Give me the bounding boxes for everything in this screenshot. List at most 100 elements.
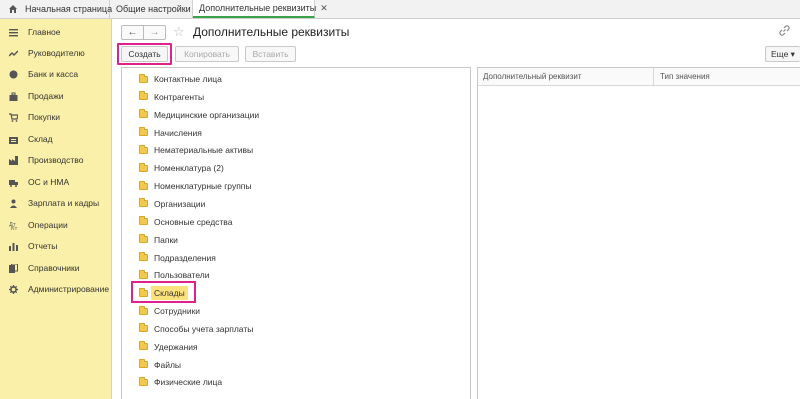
bar-chart-icon: [9, 242, 18, 251]
column-header-value-type[interactable]: Тип значения: [660, 72, 710, 81]
folder-icon: [139, 359, 148, 369]
folder-item[interactable]: Начисления: [122, 124, 470, 142]
sidebar-item-production[interactable]: Производство: [0, 150, 112, 170]
sidebar-item-label: Покупки: [28, 112, 60, 122]
tab-additional-attributes[interactable]: Дополнительные реквизиты ✕: [193, 0, 328, 18]
folder-icon: [139, 180, 148, 190]
folder-item[interactable]: Контрагенты: [122, 88, 470, 106]
folder-label: Контактные лица: [154, 74, 222, 84]
sidebar-item-label: Главное: [28, 27, 61, 37]
tab-additional-attributes-label: Дополнительные реквизиты: [199, 3, 317, 13]
list-icon: [9, 28, 18, 36]
folder-icon: [139, 144, 148, 154]
folder-item[interactable]: Файлы: [122, 356, 470, 374]
sidebar-item-reports[interactable]: Отчеты: [0, 236, 112, 256]
folder-label: Начисления: [154, 127, 202, 138]
folder-item[interactable]: Медицинские организации: [122, 106, 470, 124]
sidebar-item-administration[interactable]: Администрирование: [0, 279, 112, 299]
sidebar-item-label: ОС и НМА: [28, 177, 70, 187]
home-icon: [8, 4, 18, 14]
folder-label: Нематериальные активы: [154, 145, 254, 156]
forward-button[interactable]: →: [143, 26, 165, 39]
folder-label: Номенклатура (2): [154, 163, 224, 174]
sidebar-item-label: Склад: [28, 134, 53, 144]
folder-icon: [139, 323, 148, 333]
folder-item[interactable]: Основные средства: [122, 213, 470, 231]
folder-item[interactable]: Контактные лица: [122, 70, 470, 88]
warehouse-icon: [9, 136, 18, 144]
paste-button[interactable]: Вставить: [245, 46, 296, 62]
operations-icon: ДтКт: [9, 222, 18, 230]
factory-icon: [9, 155, 18, 165]
cart-icon: [9, 112, 18, 122]
coin-icon: [9, 70, 18, 78]
sidebar-item-label: Производство: [28, 155, 84, 165]
sidebar-item-references[interactable]: Справочники: [0, 258, 112, 278]
folder-icon: [139, 162, 148, 172]
sidebar-item-label: Банк и касса: [28, 69, 79, 79]
folder-label: Основные средства: [154, 216, 233, 227]
sidebar-item-fixed-assets[interactable]: ОС и НМА: [0, 172, 112, 192]
sidebar-item-operations[interactable]: Дт Кт Операции: [0, 215, 112, 235]
folder-icon: [139, 198, 148, 208]
folder-item[interactable]: Подразделения: [122, 249, 470, 267]
sidebar-item-label: Отчеты: [28, 241, 58, 251]
folder-icon: [139, 234, 148, 244]
folder-item[interactable]: Организации: [122, 195, 470, 213]
sidebar-item-main[interactable]: Главное: [0, 22, 112, 42]
folder-icon: [139, 252, 148, 261]
folder-item[interactable]: Сотрудники: [122, 302, 470, 320]
folder-label: Организации: [154, 198, 206, 209]
folder-label: Файлы: [154, 359, 182, 370]
folder-item[interactable]: Удержания: [122, 338, 470, 356]
sidebar-item-sales[interactable]: Продажи: [0, 86, 112, 106]
folder-icon: [139, 376, 148, 386]
close-icon[interactable]: ✕: [320, 3, 328, 14]
link-icon[interactable]: [779, 25, 790, 39]
copy-button[interactable]: Копировать: [175, 46, 239, 62]
trend-icon: [9, 49, 18, 57]
attributes-table: Дополнительный реквизит Тип значения: [477, 67, 800, 399]
gear-icon: [9, 284, 18, 294]
sidebar-item-label: Зарплата и кадры: [28, 198, 100, 208]
tab-home[interactable]: Начальная страница: [0, 0, 112, 18]
folder-icon: [139, 305, 148, 315]
folder-item[interactable]: Папки: [122, 231, 470, 249]
history-nav: ← →: [121, 25, 166, 40]
more-menu-button[interactable]: Еще ▾: [765, 46, 800, 62]
folder-tree: Контактные лица Контрагенты Медицинские ор…: [121, 67, 471, 399]
sidebar-item-payroll[interactable]: Зарплата и кадры: [0, 193, 112, 213]
column-header-attribute[interactable]: Дополнительный реквизит: [483, 72, 582, 81]
folder-item[interactable]: Номенклатурные группы: [122, 177, 470, 195]
sidebar-item-label: Продажи: [28, 91, 64, 101]
sidebar-item-label: Операции: [28, 220, 68, 230]
tab-general-settings-label: Общие настройки: [116, 4, 191, 14]
folder-label: Подразделения: [154, 252, 216, 263]
folder-label: Удержания: [154, 341, 198, 352]
favorite-star-icon[interactable]: ☆: [173, 24, 185, 40]
sidebar-item-label: Руководителю: [28, 48, 85, 58]
folder-item[interactable]: Номенклатура (2): [122, 159, 470, 177]
selected-folder-highlight: [131, 281, 196, 303]
folder-label: Физические лица: [154, 377, 223, 388]
folder-label: Папки: [154, 234, 178, 245]
tab-general-settings[interactable]: Общие настройки ✕: [110, 0, 202, 18]
sidebar-item-warehouse[interactable]: Склад: [0, 129, 112, 149]
sidebar-item-purchases[interactable]: Покупки: [0, 107, 112, 127]
folder-label: Номенклатурные группы: [154, 181, 252, 192]
person-icon: [10, 199, 17, 208]
folder-item[interactable]: Способы учета зарплаты: [122, 320, 470, 338]
folder-label: Сотрудники: [154, 306, 201, 317]
back-button[interactable]: ←: [122, 26, 143, 39]
column-divider[interactable]: [653, 68, 654, 86]
folder-item[interactable]: Нематериальные активы: [122, 141, 470, 159]
folder-label: Пользователи: [154, 270, 210, 281]
sidebar-item-manager[interactable]: Руководителю: [0, 43, 112, 63]
create-button-highlight: [117, 43, 172, 65]
folder-icon: [139, 73, 148, 83]
sidebar: Главное Руководителю Банк и касса Продаж…: [0, 19, 112, 399]
truck-icon: [9, 179, 18, 187]
folder-item[interactable]: Физические лица: [122, 373, 470, 391]
bag-icon: [9, 92, 18, 101]
sidebar-item-bank[interactable]: Банк и касса: [0, 64, 112, 84]
